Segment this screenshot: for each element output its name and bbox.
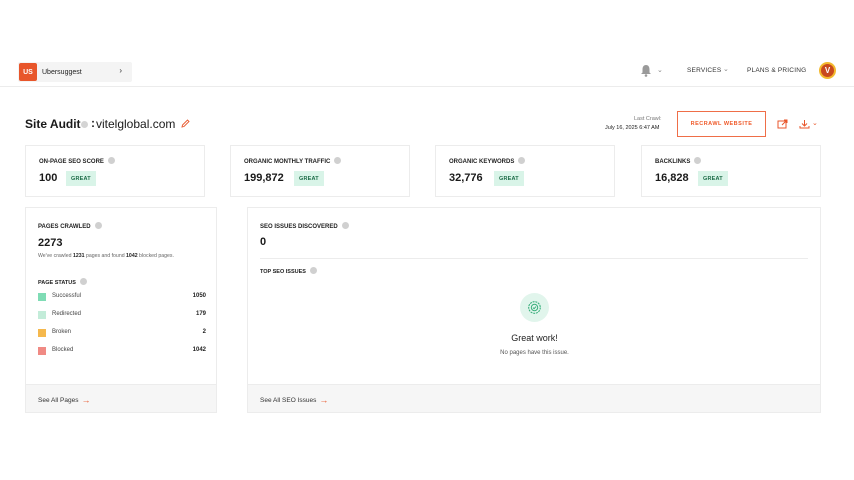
seo-issues-card: SEO ISSUES DISCOVERED 0 TOP SEO ISSUES G… (247, 207, 821, 413)
status-name: Successful (52, 293, 82, 299)
note-text: pages and found (85, 253, 125, 259)
great-work-subtitle: No pages have this issue. (500, 350, 569, 356)
status-row-blocked[interactable]: Blocked 1042 (38, 346, 206, 356)
edit-pencil-icon[interactable] (181, 119, 190, 128)
share-export-icon[interactable] (777, 119, 788, 129)
status-name: Broken (52, 329, 72, 335)
metric-card-organic-keywords: ORGANIC KEYWORDS 32,776 GREAT (435, 145, 615, 197)
status-name: Blocked (52, 347, 74, 353)
metric-value: 199,872 (244, 172, 284, 184)
metric-value: 32,776 (449, 172, 483, 184)
metric-label: ORGANIC MONTHLY TRAFFIC (244, 159, 331, 165)
note-pages-count: 1231 (72, 253, 85, 259)
last-crawl-date: July 16, 2025 6:47 AM (605, 125, 660, 131)
nav-plans-pricing[interactable]: PLANS & PRICING (747, 67, 806, 74)
domain-name: vitelglobal.com (96, 117, 176, 131)
status-swatch (38, 329, 46, 337)
success-badge-icon (520, 293, 549, 322)
status-count: 2 (202, 329, 206, 335)
note-text: We've crawled (38, 253, 72, 259)
info-icon[interactable] (107, 157, 115, 164)
link-label[interactable]: See All SEO Issues (260, 397, 316, 404)
chevron-down-icon[interactable]: ⌄ (812, 119, 818, 127)
metric-card-organic-traffic: ORGANIC MONTHLY TRAFFIC 199,872 GREAT (230, 145, 410, 197)
metric-label: ORGANIC KEYWORDS (449, 159, 515, 165)
metric-label: BACKLINKS (655, 159, 691, 165)
recrawl-website-button[interactable]: RECRAWL WEBSITE (677, 111, 766, 137)
info-icon[interactable] (94, 222, 102, 229)
see-all-pages-link[interactable]: See All Pages → (38, 395, 90, 405)
note-blocked-count: 1042 (126, 253, 138, 259)
status-swatch (38, 347, 46, 355)
status-count: 1042 (192, 347, 206, 353)
chevron-down-icon[interactable]: ⌄ (723, 65, 729, 73)
title-colon: : (91, 116, 95, 130)
project-name: Ubersuggest (42, 68, 82, 76)
seo-card-footer: See All SEO Issues → (248, 384, 820, 412)
info-icon[interactable] (81, 121, 88, 128)
arrow-right-icon[interactable]: → (319, 395, 328, 405)
see-all-seo-issues-link[interactable]: See All SEO Issues → (260, 395, 328, 405)
bell-icon[interactable] (640, 64, 652, 77)
pages-crawled-label: PAGES CRAWLED (38, 224, 91, 230)
info-icon[interactable] (694, 157, 702, 164)
top-seo-issues-label: TOP SEO ISSUES (260, 269, 306, 275)
metric-card-onpage-seo: ON-PAGE SEO SCORE 100 GREAT (25, 145, 205, 197)
page-status-label: PAGE STATUS (38, 280, 76, 286)
metric-card-backlinks: BACKLINKS 16,828 GREAT (641, 145, 821, 197)
note-text: blocked pages. (139, 253, 174, 259)
download-icon[interactable] (799, 119, 810, 129)
pages-card-footer: See All Pages → (26, 384, 216, 412)
status-row-redirected[interactable]: Redirected 179 (38, 310, 206, 320)
avatar[interactable]: V (819, 62, 836, 79)
seo-issues-label: SEO ISSUES DISCOVERED (260, 224, 338, 230)
chevron-right-icon: › (119, 66, 122, 75)
page-title: Site Audit (25, 117, 81, 131)
info-icon[interactable] (309, 267, 317, 274)
status-swatch (38, 311, 46, 319)
check-badge-icon (528, 301, 541, 314)
seo-issues-value: 0 (260, 236, 267, 248)
status-badge: GREAT (494, 171, 524, 186)
great-work-title: Great work! (511, 333, 558, 343)
top-navbar: US Ubersuggest › ⌄ SERVICES ⌄ PLANS & PR… (0, 55, 854, 87)
info-icon[interactable] (334, 157, 342, 164)
last-crawl-label: Last Crawl: (634, 116, 662, 122)
pages-crawled-value: 2273 (38, 237, 63, 249)
nav-services[interactable]: SERVICES (687, 67, 721, 74)
status-count: 1050 (192, 293, 206, 299)
status-badge: GREAT (66, 171, 96, 186)
arrow-right-icon[interactable]: → (81, 395, 90, 405)
status-swatch (38, 293, 46, 301)
metric-value: 100 (39, 172, 58, 184)
metric-value: 16,828 (655, 172, 689, 184)
info-icon[interactable] (79, 278, 87, 285)
status-badge: GREAT (698, 171, 728, 186)
status-count: 179 (195, 311, 206, 317)
status-row-broken[interactable]: Broken 2 (38, 328, 206, 338)
divider (260, 258, 808, 259)
chevron-down-icon[interactable]: ⌄ (657, 66, 663, 74)
info-icon[interactable] (341, 222, 349, 229)
pages-crawled-note: We've crawled 1231 pages and found 1042 … (38, 253, 174, 259)
metric-label: ON-PAGE SEO SCORE (39, 159, 104, 165)
link-label[interactable]: See All Pages (38, 397, 78, 404)
pages-crawled-card: PAGES CRAWLED 2273 We've crawled 1231 pa… (25, 207, 217, 413)
info-icon[interactable] (518, 157, 526, 164)
project-selector[interactable]: US Ubersuggest › (18, 62, 132, 82)
project-logo: US (19, 63, 37, 81)
status-row-successful[interactable]: Successful 1050 (38, 292, 206, 302)
status-badge: GREAT (294, 171, 324, 186)
status-name: Redirected (52, 311, 82, 317)
